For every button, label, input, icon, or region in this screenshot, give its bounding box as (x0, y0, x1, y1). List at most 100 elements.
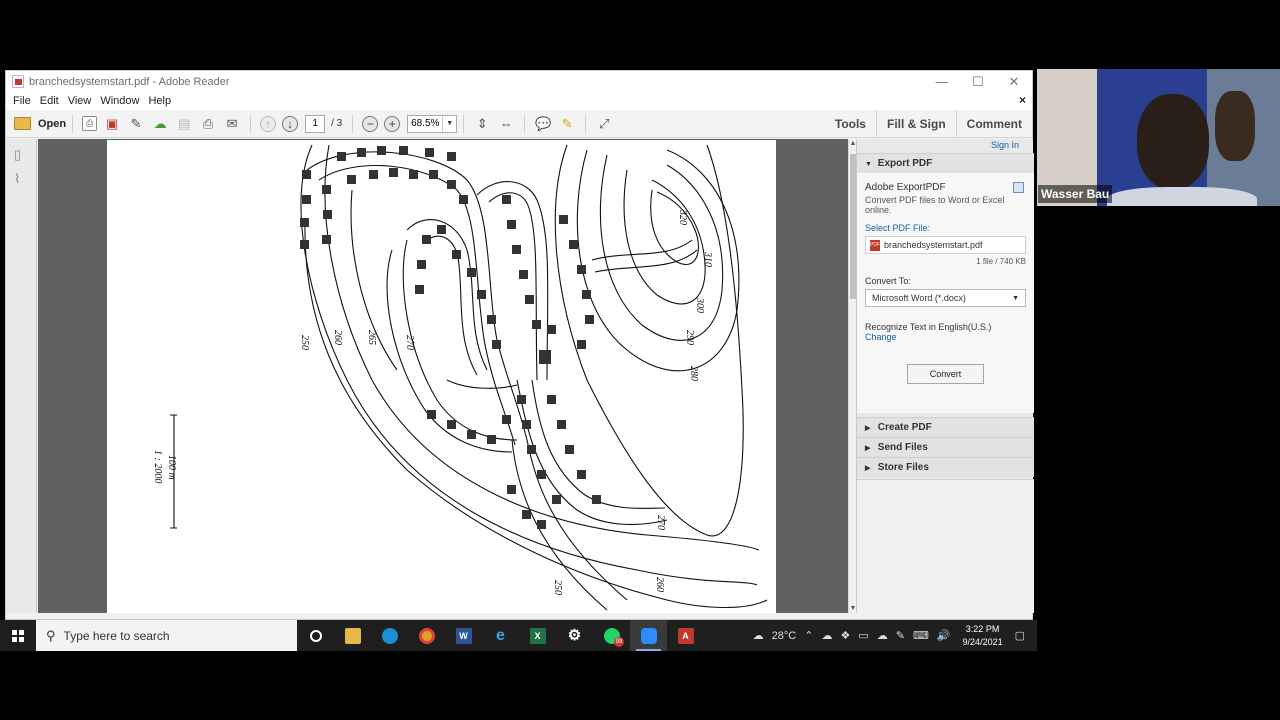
taskbar-chrome[interactable] (408, 620, 445, 651)
triangle-right-icon: ▶ (865, 465, 871, 472)
road (318, 164, 516, 446)
participant-hand (1215, 91, 1255, 161)
save-icon[interactable]: ▤ (175, 115, 193, 133)
zoom-out-icon[interactable]: − (362, 115, 379, 132)
start-button[interactable] (0, 620, 36, 651)
document-scrollbar[interactable]: ▲ ▼ (848, 139, 856, 613)
taskbar-search[interactable]: ⚲ Type here to search (36, 620, 297, 651)
keyboard-icon[interactable]: ⌨ (913, 629, 929, 642)
previous-page-icon[interactable]: ↑ (260, 115, 277, 132)
volume-icon[interactable]: 🔊 (937, 629, 951, 642)
zoom-select[interactable]: 68.5% ▼ (407, 114, 458, 133)
search-icon: ⚲ (46, 627, 56, 643)
send-files-header[interactable]: ▶ Send Files (857, 437, 1034, 457)
attachments-icon[interactable]: ⌇ (14, 171, 28, 187)
create-pdf-icon[interactable]: ⎙ (82, 116, 98, 131)
contour-label: 265 (366, 330, 377, 345)
taskbar-ie[interactable]: e (482, 620, 519, 651)
pdf-icon: PDF (870, 239, 880, 251)
convert-to-value: Microsoft Word (*.docx) (872, 293, 966, 303)
highlight-icon[interactable]: ✎ (558, 115, 576, 133)
weather-icon[interactable]: ☁ (753, 629, 764, 642)
battery-icon[interactable]: ▭ (858, 629, 868, 642)
notification-badge: 99 (614, 637, 624, 647)
minimize-button[interactable]: — (924, 71, 960, 92)
toolbar-divider (585, 114, 587, 133)
selected-file-field[interactable]: PDF branchedsystemstart.pdf (865, 236, 1026, 254)
cloud-upload-icon[interactable]: ☁ (151, 115, 169, 133)
close-button[interactable]: ✕ (996, 71, 1032, 92)
toolbar: Open ⎙ ▣ ✎ ☁ ▤ ⎙ ✉ ↑ ↓ 1 / 3 − + 68.5% ▼… (6, 110, 1032, 138)
open-label: Open (38, 117, 67, 130)
road (591, 239, 693, 261)
print-icon[interactable]: ⎙ (199, 115, 217, 133)
pen-icon[interactable]: ✎ (896, 629, 905, 642)
sign-in-link[interactable]: Sign In (991, 140, 1019, 150)
taskbar-zoom[interactable] (630, 620, 667, 651)
taskbar-edge[interactable] (371, 620, 408, 651)
onedrive-icon[interactable]: ☁ (821, 629, 832, 642)
open-button[interactable]: Open (14, 117, 66, 130)
edit-pdf-icon[interactable]: ✎ (127, 115, 145, 133)
create-pdf-header[interactable]: ▶ Create PDF (857, 417, 1034, 437)
clock[interactable]: 3:22 PM 9/24/2021 (963, 623, 1003, 649)
weather-temperature[interactable]: 28°C (772, 630, 797, 642)
taskbar-file-explorer[interactable] (334, 620, 371, 651)
store-files-header[interactable]: ▶ Store Files (857, 457, 1034, 477)
screen: branchedsystemstart.pdf - Adobe Reader —… (0, 0, 1280, 720)
show-hidden-icons[interactable]: ⌃ (804, 629, 813, 642)
toolbar-divider (463, 114, 465, 133)
task-view-button[interactable] (297, 620, 334, 651)
convert-to-select[interactable]: Microsoft Word (*.docx) ▼ (865, 289, 1026, 307)
title-bar[interactable]: branchedsystemstart.pdf - Adobe Reader —… (6, 71, 1032, 92)
page-thumbnails-icon[interactable]: ▯ (14, 147, 28, 163)
selected-file-name: branchedsystemstart.pdf (884, 240, 983, 250)
taskbar-adobe-reader[interactable]: A (667, 620, 704, 651)
taskbar-excel[interactable]: X (519, 620, 556, 651)
fill-sign-button[interactable]: Fill & Sign (875, 110, 956, 138)
edge-icon (381, 627, 398, 644)
email-icon[interactable]: ✉ (223, 115, 241, 133)
export-pdf-header[interactable]: ▼ Export PDF (857, 153, 1034, 173)
internet-explorer-icon: e (496, 626, 505, 644)
menu-edit[interactable]: Edit (40, 95, 59, 107)
close-document-button[interactable]: × (1019, 93, 1026, 107)
taskbar-word[interactable]: W (445, 620, 482, 651)
system-tray: ☁ 28°C ⌃ ☁ ❖ ▭ ☁ ✎ ⌨ 🔊 3:22 PM 9/24/2021… (749, 620, 1037, 651)
page-number-input[interactable]: 1 (305, 114, 326, 133)
excel-icon: X (529, 627, 546, 644)
change-language-link[interactable]: Change (865, 332, 1026, 342)
convert-pdf-icon[interactable]: ▣ (103, 115, 121, 133)
zoom-in-icon[interactable]: + (384, 115, 401, 132)
tools-button[interactable]: Tools (825, 110, 876, 138)
contour-label: 280 (688, 366, 699, 381)
fit-width-icon[interactable]: ⇔ (497, 115, 515, 133)
convert-button[interactable]: Convert (907, 364, 984, 384)
gear-icon: ⚙ (567, 626, 582, 644)
road (406, 219, 488, 371)
menu-help[interactable]: Help (148, 95, 171, 107)
menu-file[interactable]: File (13, 95, 31, 107)
fit-page-icon[interactable]: ⇕ (473, 115, 491, 133)
menu-view[interactable]: View (68, 95, 92, 107)
pdf-page: 250 260 265 270 300 310 320 290 280 270 … (107, 140, 776, 613)
comment-icon[interactable]: 💬 (534, 115, 552, 133)
windows-taskbar: ⚲ Type here to search W e X ⚙ 99 A ☁ 28°… (0, 620, 1037, 651)
dropbox-icon[interactable]: ❖ (840, 629, 850, 642)
taskbar-settings[interactable]: ⚙ (556, 620, 593, 651)
menu-window[interactable]: Window (100, 95, 139, 107)
file-count: 1 file / 740 KB (976, 257, 1026, 266)
cloud-icon[interactable]: ☁ (877, 629, 888, 642)
triangle-down-icon: ▼ (865, 161, 872, 168)
scale-ratio: 1 : 2000 (152, 450, 163, 483)
maximize-button[interactable]: ☐ (960, 71, 996, 92)
pdf-file-icon (12, 75, 24, 88)
next-page-icon[interactable]: ↓ (282, 115, 299, 132)
read-mode-icon[interactable]: ⤢ (595, 115, 613, 133)
notifications-icon[interactable]: ▢ (1015, 629, 1025, 642)
taskbar-whatsapp[interactable]: 99 (593, 620, 630, 651)
toolbar-divider (250, 114, 252, 133)
export-share-icon[interactable] (1013, 182, 1024, 193)
document-area: 250 260 265 270 300 310 320 290 280 270 … (38, 139, 848, 613)
comment-button[interactable]: Comment (955, 110, 1032, 138)
